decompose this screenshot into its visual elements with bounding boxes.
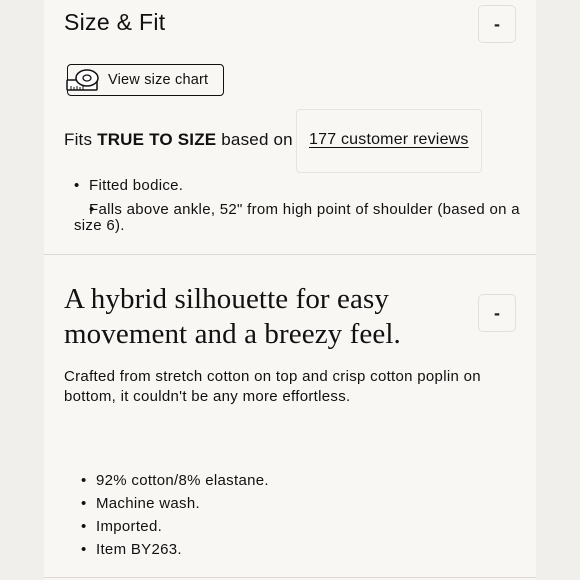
fit-emphasis: TRUE TO SIZE [97,130,217,149]
size-fit-collapse-button[interactable]: - [478,5,516,43]
list-item: Machine wash. [81,492,481,515]
list-item: Imported. [81,515,481,538]
list-item: 92% cotton/8% elastane. [81,469,481,492]
details-description: Crafted from stretch cotton on top and c… [64,368,481,405]
customer-reviews-link[interactable]: 177 customer reviews [309,131,469,149]
details-bullet-list: 92% cotton/8% elastane. Machine wash. Im… [81,469,481,561]
section-divider [44,254,536,255]
details-headline: A hybrid silhouette for easy movement an… [64,283,401,350]
list-item: Item BY263. [81,538,481,561]
fit-suffix: based on [221,130,293,149]
section-divider [44,577,536,578]
size-fit-title: Size & Fit [64,9,166,35]
list-item: Fitted bodice. [74,178,524,195]
view-size-chart-label: View size chart [108,72,209,88]
fit-summary: Fits TRUE TO SIZE based on [64,130,293,150]
details-collapse-button[interactable]: - [478,294,516,332]
list-item: Falls above ankle, 52" from high point o… [74,202,524,234]
measuring-tape-icon [65,65,101,95]
size-fit-bullet-list: Fitted bodice. Falls above ankle, 52" fr… [74,178,524,234]
fit-prefix: Fits [64,130,93,149]
view-size-chart-button[interactable]: View size chart [65,64,224,96]
